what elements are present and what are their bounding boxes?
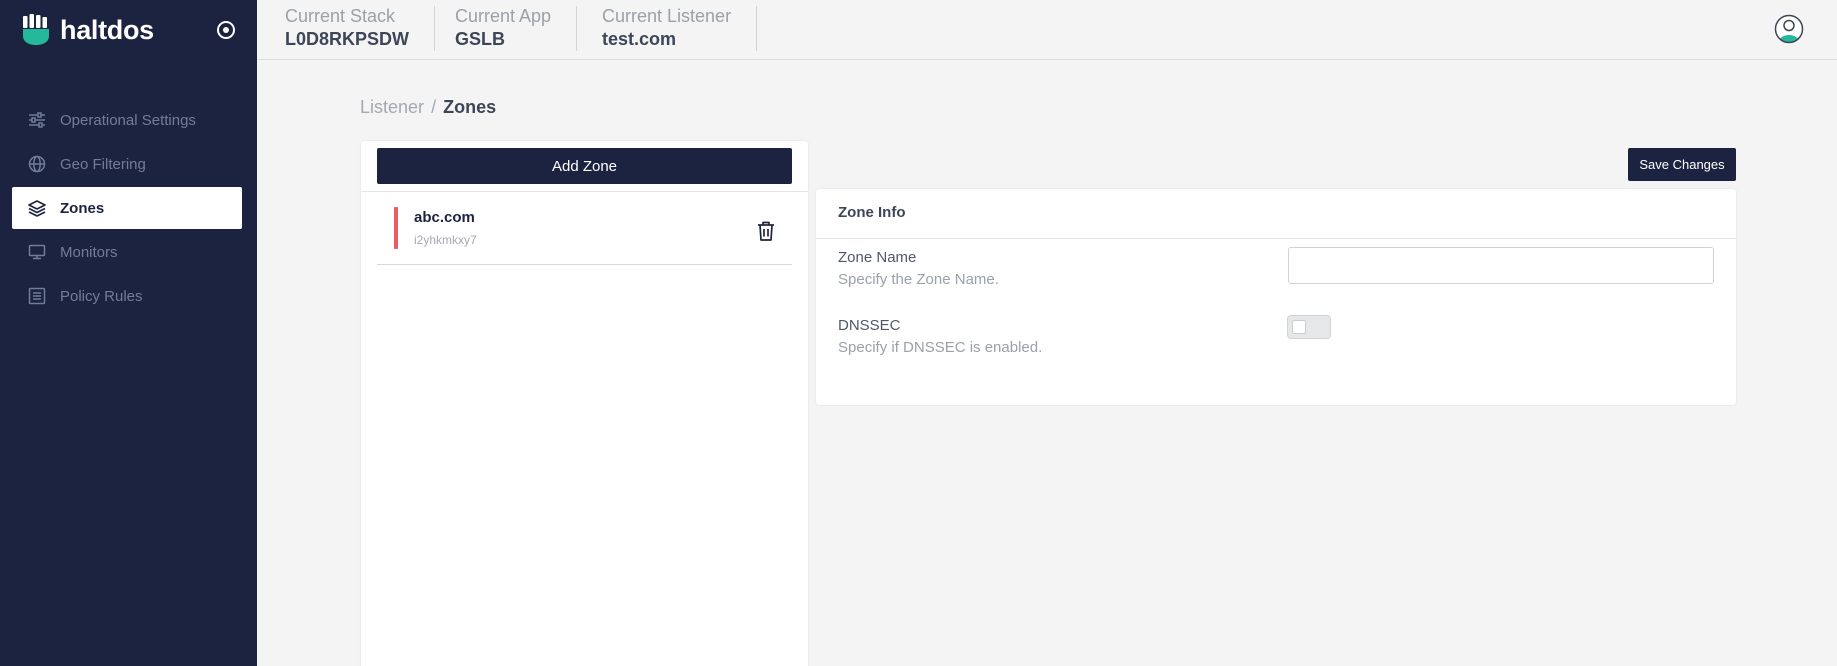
sidebar-item-policy-rules[interactable]: Policy Rules (12, 275, 242, 317)
zone-info-title: Zone Info (838, 204, 906, 221)
zone-name: abc.com (414, 209, 475, 226)
save-changes-button[interactable]: Save Changes (1628, 148, 1736, 181)
user-avatar-icon[interactable] (1774, 14, 1804, 44)
zone-status-indicator (394, 207, 398, 249)
sidebar-item-label: Operational Settings (60, 111, 196, 129)
zone-list-item[interactable]: abc.com i2yhkmkxy7 (377, 195, 792, 265)
dnssec-help: Specify if DNSSEC is enabled. (838, 339, 1043, 356)
sidebar-nav: Operational Settings Geo Filtering Zones (12, 99, 242, 319)
list-icon (28, 287, 46, 305)
brand-name: haltdos (60, 14, 154, 45)
current-stack-value: L0D8RKPSDW (285, 29, 410, 49)
current-app-label: Current App (455, 6, 552, 26)
current-listener[interactable]: Current Listener test.com (602, 6, 758, 51)
sidebar-item-label: Policy Rules (60, 287, 143, 305)
sidebar-item-monitors[interactable]: Monitors (12, 231, 242, 273)
dnssec-toggle[interactable] (1287, 315, 1331, 339)
zone-info-card: Zone Info Zone Name Specify the Zone Nam… (816, 189, 1736, 405)
sidebar-item-label: Geo Filtering (60, 155, 146, 173)
brand[interactable]: haltdos (22, 14, 154, 46)
current-listener-value: test.com (602, 29, 677, 49)
sidebar-item-label: Zones (60, 199, 105, 217)
zone-id: i2yhkmkxy7 (414, 233, 477, 247)
breadcrumb-current: Zones (443, 97, 497, 117)
zone-name-help: Specify the Zone Name. (838, 271, 999, 288)
current-stack-label: Current Stack (285, 6, 396, 26)
current-stack[interactable]: Current Stack L0D8RKPSDW (285, 6, 436, 51)
sidebar: haltdos Operational Settings Geo Filteri… (0, 0, 257, 666)
zone-name-input[interactable] (1288, 247, 1714, 284)
target-icon[interactable] (216, 20, 236, 40)
fist-logo-icon (22, 14, 50, 46)
breadcrumb: Listener / Zones (360, 97, 496, 118)
current-app[interactable]: Current App GSLB (455, 6, 578, 51)
sidebar-item-zones[interactable]: Zones (12, 187, 242, 229)
globe-icon (28, 155, 46, 173)
top-bar: Current Stack L0D8RKPSDW Current App GSL… (257, 0, 1837, 60)
divider (816, 238, 1736, 239)
current-listener-label: Current Listener (602, 6, 732, 26)
sliders-icon (28, 111, 46, 129)
zone-name-label: Zone Name (838, 249, 917, 266)
breadcrumb-separator: / (431, 97, 437, 117)
add-zone-button[interactable]: Add Zone (377, 148, 792, 184)
dnssec-label: DNSSEC (838, 317, 901, 334)
sidebar-item-geo-filtering[interactable]: Geo Filtering (12, 143, 242, 185)
sidebar-item-label: Monitors (60, 243, 118, 261)
zone-list-panel: Add Zone abc.com i2yhkmkxy7 (361, 141, 808, 666)
trash-icon[interactable] (757, 221, 775, 241)
breadcrumb-parent[interactable]: Listener (360, 97, 424, 117)
divider (361, 191, 808, 192)
layers-icon (28, 199, 46, 217)
monitor-icon (28, 243, 46, 261)
sidebar-item-operational-settings[interactable]: Operational Settings (12, 99, 242, 141)
current-app-value: GSLB (455, 29, 506, 49)
toggle-knob (1292, 320, 1306, 334)
